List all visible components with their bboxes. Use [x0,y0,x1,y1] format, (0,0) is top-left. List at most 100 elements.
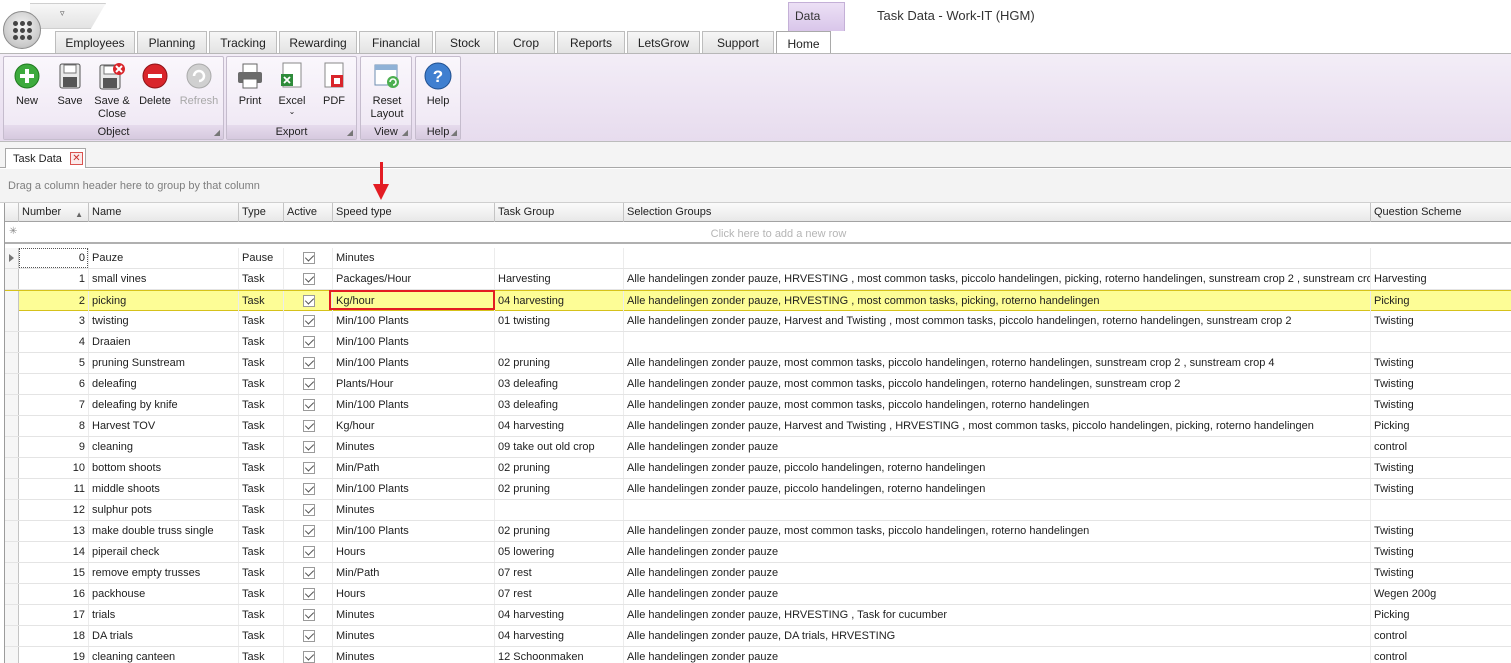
active-checkbox[interactable] [303,483,315,495]
cell-question-scheme[interactable]: Twisting [1371,542,1511,562]
tab-reports[interactable]: Reports [557,31,625,54]
cell-active[interactable] [284,311,333,331]
cell-speed-type[interactable]: Min/100 Plants [333,521,495,541]
row-indicator[interactable] [5,563,19,583]
cell-type[interactable]: Task [239,626,284,646]
cell-task-group[interactable]: 03 deleafing [495,374,624,394]
cell-question-scheme[interactable]: control [1371,626,1511,646]
cell-number[interactable]: 16 [19,584,89,604]
cell-selection-groups[interactable]: Alle handelingen zonder pauze, most comm… [624,395,1371,415]
cell-number[interactable]: 7 [19,395,89,415]
column-header-active[interactable]: Active [284,203,333,222]
tab-tracking[interactable]: Tracking [209,31,277,54]
cell-type[interactable]: Task [239,542,284,562]
cell-speed-type[interactable]: Kg/hour [333,291,495,311]
active-checkbox[interactable] [303,441,315,453]
cell-type[interactable]: Task [239,374,284,394]
table-row[interactable]: 10 bottom shoots Task Min/Path 02 pruning All… [5,458,1511,479]
row-indicator[interactable] [5,458,19,478]
cell-speed-type[interactable]: Packages/Hour [333,269,495,289]
cell-speed-type[interactable]: Hours [333,584,495,604]
cell-name[interactable]: small vines [89,269,239,289]
cell-number[interactable]: 2 [19,291,89,311]
cell-number[interactable]: 1 [19,269,89,289]
cell-name[interactable]: packhouse [89,584,239,604]
cell-selection-groups[interactable]: Alle handelingen zonder pauze [624,584,1371,604]
group-by-panel[interactable]: Drag a column header here to group by th… [0,169,1511,203]
cell-type[interactable]: Task [239,395,284,415]
cell-number[interactable]: 4 [19,332,89,352]
cell-speed-type[interactable]: Minutes [333,605,495,625]
cell-question-scheme[interactable]: Twisting [1371,458,1511,478]
cell-type[interactable]: Task [239,479,284,499]
cell-active[interactable] [284,374,333,394]
table-row[interactable]: 1 small vines Task Packages/Hour Harvesting A… [5,269,1511,290]
cell-name[interactable]: cleaning canteen [89,647,239,663]
cell-number[interactable]: 11 [19,479,89,499]
tab-task-data[interactable]: Task Data ✕ [5,148,86,168]
table-row[interactable]: 11 middle shoots Task Min/100 Plants 02 prun… [5,479,1511,500]
tab-support[interactable]: Support [702,31,774,54]
row-indicator[interactable] [5,605,19,625]
cell-active[interactable] [284,521,333,541]
cell-speed-type[interactable]: Plants/Hour [333,374,495,394]
row-indicator[interactable] [5,626,19,646]
cell-task-group[interactable]: 02 pruning [495,353,624,373]
table-row[interactable]: 3 twisting Task Min/100 Plants 01 twisting Al… [5,311,1511,332]
cell-number[interactable]: 6 [19,374,89,394]
cell-selection-groups[interactable]: Alle handelingen zonder pauze, DA trials… [624,626,1371,646]
cell-selection-groups[interactable]: Alle handelingen zonder pauze, HRVESTING… [624,291,1371,311]
delete-button[interactable]: Delete [137,61,173,108]
cell-question-scheme[interactable]: Twisting [1371,311,1511,331]
column-header-number[interactable]: Number ▲ [19,203,89,222]
active-checkbox[interactable] [303,567,315,579]
row-indicator[interactable] [5,248,19,268]
cell-task-group[interactable]: 07 rest [495,584,624,604]
cell-task-group[interactable]: 03 deleafing [495,395,624,415]
cell-selection-groups[interactable] [624,248,1371,268]
dialog-launcher-icon[interactable]: ◢ [347,126,353,140]
tab-crop[interactable]: Crop [497,31,555,54]
column-header-type[interactable]: Type [239,203,284,222]
cell-task-group[interactable]: Harvesting [495,269,624,289]
active-checkbox[interactable] [303,295,315,307]
table-row[interactable]: 19 cleaning canteen Task Minutes 12 Schoonma… [5,647,1511,663]
save-close-button[interactable]: Save & Close [92,61,132,121]
save-button[interactable]: Save [53,61,87,108]
column-header-question-scheme[interactable]: Question Scheme [1371,203,1511,222]
cell-name[interactable]: picking [89,291,239,311]
active-checkbox[interactable] [303,273,315,285]
active-checkbox[interactable] [303,525,315,537]
row-indicator[interactable] [5,269,19,289]
cell-type[interactable]: Task [239,291,284,311]
cell-number[interactable]: 9 [19,437,89,457]
cell-active[interactable] [284,479,333,499]
active-checkbox[interactable] [303,336,315,348]
cell-task-group[interactable]: 04 harvesting [495,626,624,646]
active-checkbox[interactable] [303,420,315,432]
qat-dropdown-icon[interactable]: ▿ [60,8,65,19]
cell-task-group[interactable]: 02 pruning [495,479,624,499]
cell-active[interactable] [284,458,333,478]
cell-number[interactable]: 13 [19,521,89,541]
cell-selection-groups[interactable]: Alle handelingen zonder pauze [624,647,1371,663]
cell-question-scheme[interactable]: Picking [1371,291,1511,311]
cell-number[interactable]: 14 [19,542,89,562]
cell-name[interactable]: sulphur pots [89,500,239,520]
cell-speed-type[interactable]: Min/100 Plants [333,353,495,373]
new-item-row[interactable]: ✳ Click here to add a new row [5,223,1511,244]
new-button[interactable]: New [10,61,44,108]
tab-planning[interactable]: Planning [137,31,207,54]
cell-selection-groups[interactable]: Alle handelingen zonder pauze, most comm… [624,521,1371,541]
cell-type[interactable]: Task [239,584,284,604]
table-row[interactable]: 16 packhouse Task Hours 07 rest Alle handelin… [5,584,1511,605]
cell-name[interactable]: piperail check [89,542,239,562]
close-tab-icon[interactable]: ✕ [70,152,83,165]
active-checkbox[interactable] [303,399,315,411]
cell-type[interactable]: Pause [239,248,284,268]
cell-question-scheme[interactable]: Picking [1371,416,1511,436]
cell-task-group[interactable]: 04 harvesting [495,291,624,311]
tab-stock[interactable]: Stock [435,31,495,54]
cell-task-group[interactable] [495,248,624,268]
cell-number[interactable]: 19 [19,647,89,663]
